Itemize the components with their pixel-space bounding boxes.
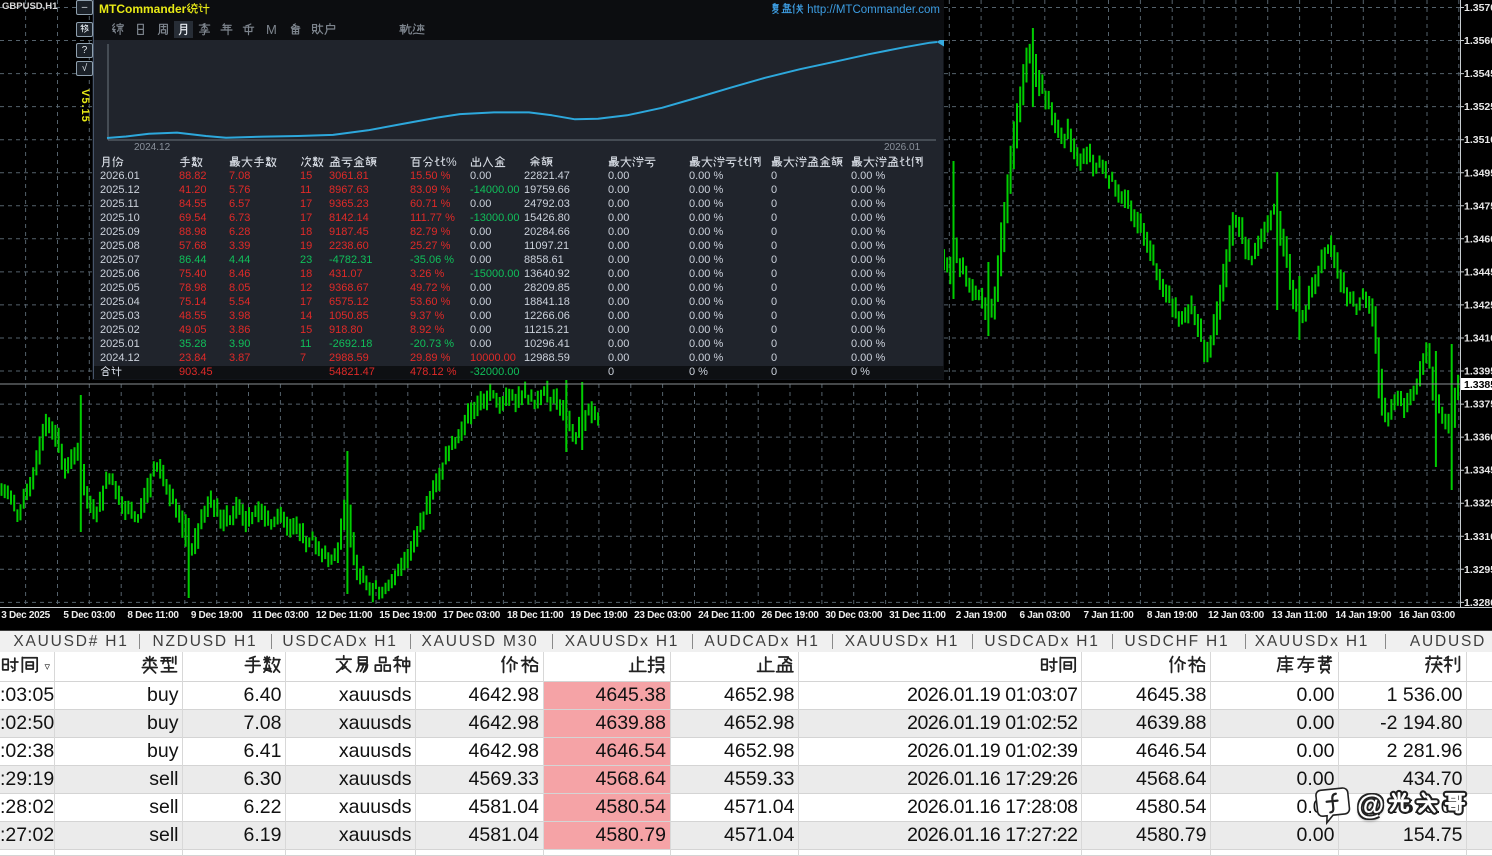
svg-text:8 Dec 11:00: 8 Dec 11:00	[127, 610, 179, 621]
svg-text:1.3445: 1.3445	[1464, 266, 1492, 278]
svg-text:12 Jan 03:00: 12 Jan 03:00	[1208, 610, 1265, 621]
svg-text:31 Dec 11:00: 31 Dec 11:00	[889, 610, 946, 621]
svg-text:1.3295: 1.3295	[1464, 564, 1492, 576]
svg-text:1.3395: 1.3395	[1464, 366, 1492, 378]
svg-text:3 Dec 2025: 3 Dec 2025	[1, 610, 50, 621]
svg-text:1.3525: 1.3525	[1464, 101, 1492, 113]
svg-text:1.3460: 1.3460	[1464, 233, 1492, 245]
svg-text:19 Dec 19:00: 19 Dec 19:00	[570, 610, 628, 621]
svg-text:8 Jan 19:00: 8 Jan 19:00	[1147, 610, 1198, 621]
svg-text:1.3310: 1.3310	[1464, 531, 1492, 543]
svg-text:1.3425: 1.3425	[1464, 299, 1492, 311]
svg-text:11 Dec 03:00: 11 Dec 03:00	[252, 610, 309, 621]
svg-text:6 Jan 03:00: 6 Jan 03:00	[1019, 610, 1070, 621]
svg-text:12 Dec 11:00: 12 Dec 11:00	[316, 610, 373, 621]
svg-text:5 Dec 03:00: 5 Dec 03:00	[63, 610, 115, 621]
svg-text:7 Jan 11:00: 7 Jan 11:00	[1083, 610, 1134, 621]
svg-text:15 Dec 19:00: 15 Dec 19:00	[379, 610, 437, 621]
svg-text:1.3280: 1.3280	[1464, 597, 1492, 609]
svg-text:1.3510: 1.3510	[1464, 134, 1492, 146]
svg-text:1.3475: 1.3475	[1464, 200, 1492, 212]
svg-text:24 Dec 11:00: 24 Dec 11:00	[698, 610, 755, 621]
svg-text:23 Dec 03:00: 23 Dec 03:00	[634, 610, 692, 621]
svg-text:9 Dec 19:00: 9 Dec 19:00	[191, 610, 243, 621]
svg-text:13 Jan 11:00: 13 Jan 11:00	[1272, 610, 1328, 621]
svg-text:18 Dec 11:00: 18 Dec 11:00	[507, 610, 564, 621]
svg-text:16 Jan 03:00: 16 Jan 03:00	[1399, 610, 1456, 621]
svg-text:26 Dec 19:00: 26 Dec 19:00	[761, 610, 819, 621]
svg-text:1.3325: 1.3325	[1464, 498, 1492, 510]
svg-text:2024.12: 2024.12	[134, 142, 171, 153]
svg-text:1.3360: 1.3360	[1464, 432, 1492, 444]
svg-text:1.3570: 1.3570	[1464, 2, 1492, 14]
svg-text:1.3385: 1.3385	[1464, 379, 1492, 391]
svg-text:14 Jan 19:00: 14 Jan 19:00	[1335, 610, 1392, 621]
svg-text:1.3545: 1.3545	[1464, 68, 1492, 80]
svg-text:1.3560: 1.3560	[1464, 35, 1492, 47]
svg-text:17 Dec 03:00: 17 Dec 03:00	[443, 610, 501, 621]
svg-text:2 Jan 19:00: 2 Jan 19:00	[956, 610, 1007, 621]
svg-text:1.3495: 1.3495	[1464, 167, 1492, 179]
svg-text:30 Dec 03:00: 30 Dec 03:00	[825, 610, 883, 621]
svg-text:1.3345: 1.3345	[1464, 465, 1492, 477]
svg-text:1.3375: 1.3375	[1464, 399, 1492, 411]
svg-text:2026.01: 2026.01	[884, 142, 921, 153]
svg-text:1.3410: 1.3410	[1464, 333, 1492, 345]
